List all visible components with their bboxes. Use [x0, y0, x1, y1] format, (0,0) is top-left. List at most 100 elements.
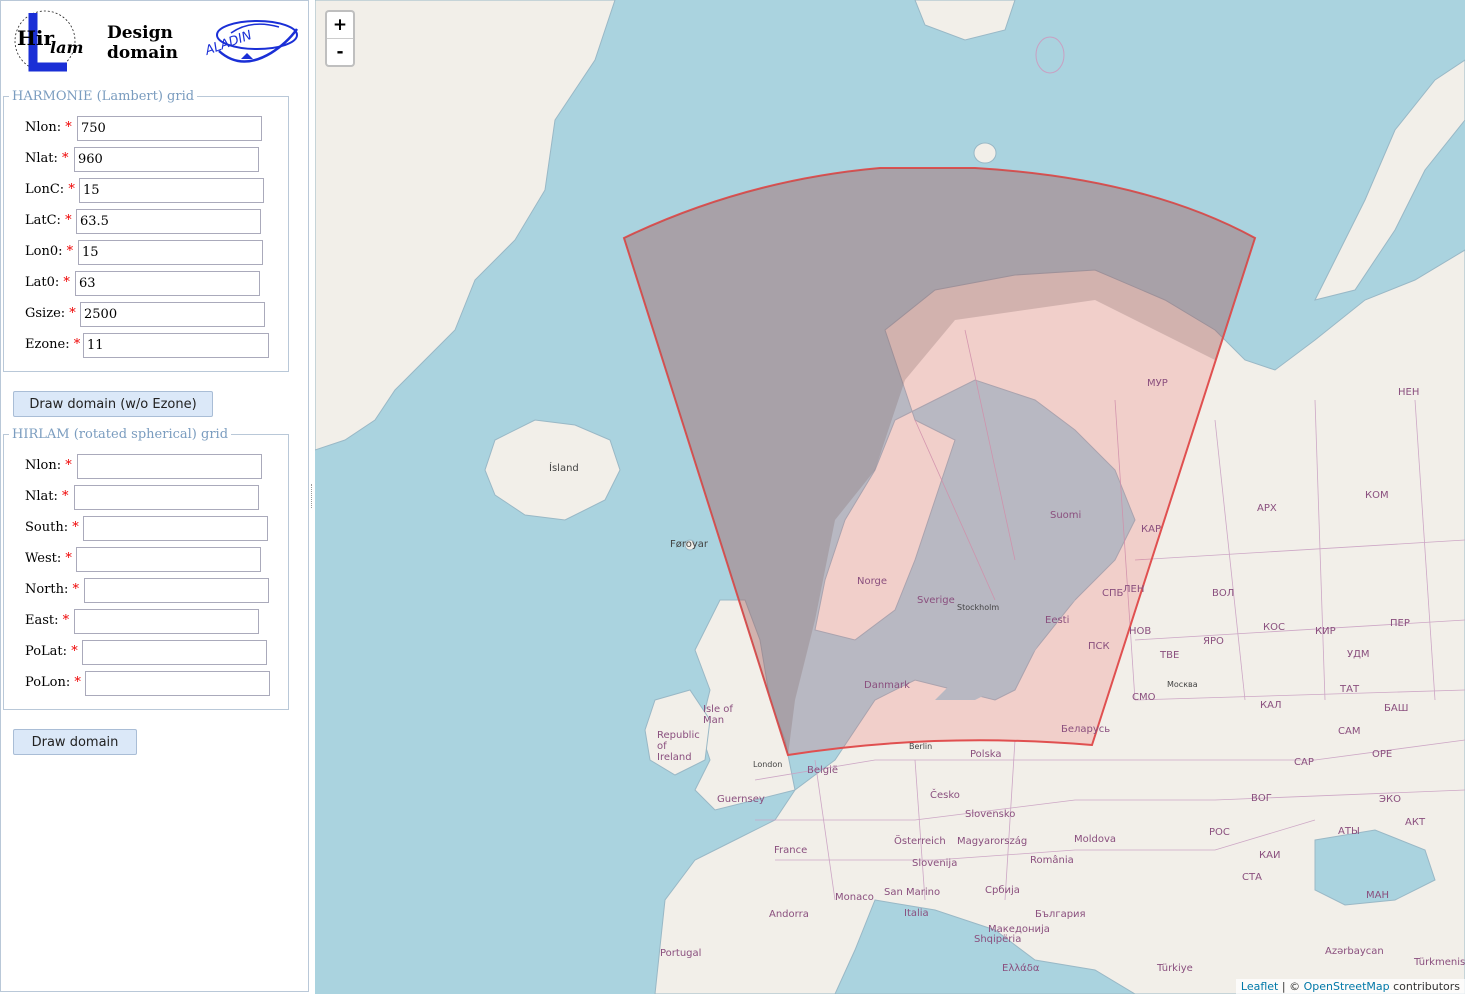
map-label-foroyar: Føroyar — [670, 539, 709, 550]
hirlam-nlon-input[interactable] — [77, 454, 262, 479]
field-label: PoLon: * — [25, 675, 81, 690]
map-label-slovenija: Slovenija — [912, 858, 958, 869]
control-panel: Hir lam Design domain ALADIN HARMONIE (L… — [0, 0, 309, 992]
osm-link[interactable]: OpenStreetMap — [1304, 980, 1390, 993]
hirlam-logo: Hir lam — [14, 10, 83, 72]
map-label-moscow: Москва — [1167, 680, 1198, 689]
harmonie-ezone-input[interactable] — [83, 333, 269, 358]
map-label-san-marino: San Marino — [884, 887, 941, 898]
map-attribution: Leaflet | © OpenStreetMap contributors — [1235, 979, 1465, 994]
title-line-2: domain — [107, 43, 179, 63]
attribution-separator: | © — [1278, 980, 1304, 993]
header: Hir lam Design domain ALADIN — [1, 1, 310, 81]
map-label-bulgaria: България — [1035, 909, 1086, 920]
map-label-mur: МУР — [1147, 378, 1168, 389]
field-label: West: * — [25, 551, 72, 566]
map-label-norge: Norge — [857, 576, 888, 587]
harmonie-lon0-input[interactable] — [78, 240, 263, 265]
map-label-makedonija: Македонија — [988, 924, 1050, 935]
hirlam-east-input[interactable] — [74, 609, 259, 634]
map-label-arkh: АРХ — [1257, 503, 1277, 514]
harmonie-lat0-input[interactable] — [75, 271, 260, 296]
aladin-logo: ALADIN — [202, 20, 299, 63]
field-label: South: * — [25, 520, 79, 535]
map-label-danmark: Danmark — [864, 680, 910, 691]
map-label-sta: СТА — [1242, 872, 1262, 883]
hirlam-polat-input[interactable] — [82, 640, 267, 665]
hirlam-south-input[interactable] — [83, 516, 268, 541]
harmonie-nlat-input[interactable] — [74, 147, 259, 172]
field-label: LonC: * — [25, 182, 75, 197]
hirlam-polon-input[interactable] — [85, 671, 270, 696]
svg-text:Hir: Hir — [17, 26, 54, 50]
map-label-vol: ВОЛ — [1212, 588, 1235, 599]
map-label-france: France — [774, 845, 808, 856]
hirlam-nlat-input[interactable] — [74, 485, 259, 510]
map-label-tve: ТВЕ — [1160, 650, 1180, 661]
map-label-polska: Polska — [970, 749, 1002, 760]
map-view[interactable]: + - Ísland Føroyar Norge Sverige Suomi E… — [315, 0, 1465, 994]
map-label-udm: УДМ — [1347, 649, 1370, 660]
field-label: PoLat: * — [25, 644, 78, 659]
hirlam-west-input[interactable] — [76, 547, 261, 572]
harmonie-nlon-input[interactable] — [77, 116, 262, 141]
field-label: LatC: * — [25, 213, 72, 228]
map-label-nen: НЕН — [1398, 387, 1420, 398]
map-label-berlin: Berlin — [909, 742, 933, 751]
map-tiles — [315, 0, 1465, 994]
field-label: Lat0: * — [25, 275, 70, 290]
hirlam-legend: HIRLAM (rotated spherical) grid — [12, 427, 229, 442]
map-label-island: Ísland — [549, 463, 579, 474]
zoom-out-button[interactable]: - — [327, 39, 353, 65]
map-label-eko: ЭКО — [1379, 794, 1401, 805]
map-label-isle-of-man: Isle of Man — [703, 704, 733, 726]
field-label: East: * — [25, 613, 70, 628]
map-label-guernsey: Guernsey — [717, 794, 765, 805]
map-label-republic-ireland: Republic of Ireland — [657, 730, 700, 763]
map-label-turkiye: Türkiye — [1157, 963, 1193, 974]
map-label-ellada: Ελλάδα — [1002, 963, 1040, 974]
zoom-in-button[interactable]: + — [327, 12, 353, 38]
field-label: Nlat: * — [25, 489, 69, 504]
map-label-len: ЛЕН — [1123, 584, 1145, 595]
map-label-belarus: Беларусь — [1061, 724, 1111, 735]
draw-domain-button[interactable]: Draw domain — [13, 729, 137, 755]
map-label-tat: ТАТ — [1340, 684, 1360, 695]
map-label-kar: КАР — [1141, 524, 1161, 535]
map-label-srbija: Србија — [985, 885, 1020, 896]
map-label-turkmenistan: Türkmenist — [1414, 957, 1465, 968]
map-label-belgie: België — [807, 765, 839, 776]
map-label-kal: КАЛ — [1260, 700, 1282, 711]
field-label: North: * — [25, 582, 80, 597]
map-label-andorra: Andorra — [769, 909, 809, 920]
zoom-control: + - — [325, 10, 355, 67]
map-label-magyarorszag: Magyarország — [957, 836, 1028, 847]
map-label-azerbaycan: Azərbaycan — [1325, 946, 1384, 957]
map-label-sverige: Sverige — [917, 595, 955, 606]
map-label-cesko: Česko — [930, 790, 960, 801]
page-title: Design domain — [107, 23, 178, 63]
field-label: Ezone: * — [25, 337, 81, 352]
map-label-portugal: Portugal — [660, 948, 702, 959]
map-label-akt: АКТ — [1405, 817, 1426, 828]
harmonie-lonc-input[interactable] — [79, 178, 264, 203]
splitter-grip[interactable] — [311, 484, 314, 508]
field-label: Nlon: * — [25, 120, 72, 135]
map-label-aty: АТЫ — [1338, 826, 1360, 837]
map-label-kom: КОМ — [1365, 490, 1389, 501]
map-label-psk: ПСК — [1088, 641, 1110, 652]
field-label: Lon0: * — [25, 244, 74, 259]
attribution-contributors: contributors — [1389, 980, 1460, 993]
draw-domain-wo-ezone-button[interactable]: Draw domain (w/o Ezone) — [13, 391, 213, 417]
map-label-spb: СПБ — [1102, 588, 1124, 599]
map-label-smo: СМО — [1132, 692, 1156, 703]
leaflet-link[interactable]: Leaflet — [1241, 980, 1278, 993]
harmonie-latc-input[interactable] — [76, 209, 261, 234]
field-label: Nlon: * — [25, 458, 72, 473]
harmonie-gsize-input[interactable] — [80, 302, 265, 327]
map-label-kai: КАИ — [1259, 850, 1281, 861]
hirlam-north-input[interactable] — [84, 578, 269, 603]
harmonie-legend: HARMONIE (Lambert) grid — [12, 89, 195, 104]
map-label-bash: БАШ — [1384, 703, 1409, 714]
map-label-moldova: Moldova — [1074, 834, 1117, 845]
